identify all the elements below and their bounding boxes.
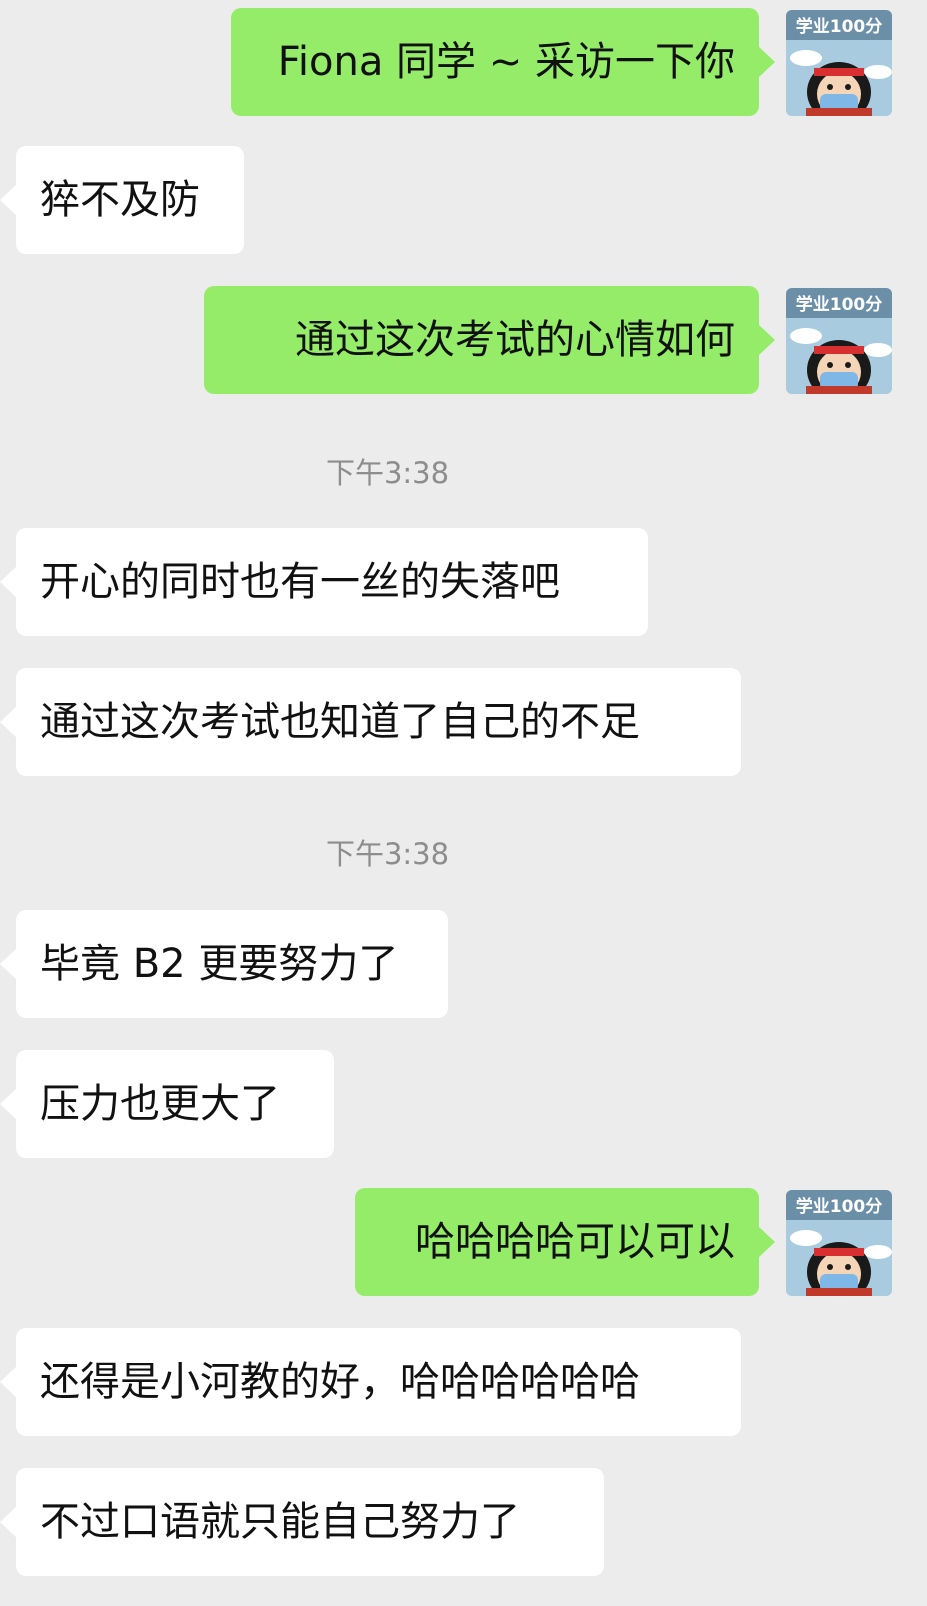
received-message-bubble[interactable]: 毕竟 B2 更要努力了 (0, 910, 448, 1018)
received-message-bubble[interactable]: 猝不及防 (0, 146, 244, 254)
received-message-bubble[interactable]: 不过口语就只能自己努力了 (0, 1468, 604, 1576)
sent-message-bubble[interactable]: Fiona 同学 ~ 采访一下你 (231, 8, 775, 116)
message-timestamp: 下午3:38 (325, 837, 450, 871)
received-message-bubble[interactable]: 压力也更大了 (0, 1050, 334, 1158)
user-avatar[interactable]: 学业100分 (786, 288, 892, 394)
cartoon-student-avatar-icon: 学业100分 (786, 10, 892, 116)
user-avatar[interactable]: 学业100分 (786, 1190, 892, 1296)
cartoon-student-avatar-icon: 学业100分 (786, 1190, 892, 1296)
avatar-banner-text: 学业100分 (796, 16, 883, 37)
received-message-bubble[interactable]: 通过这次考试也知道了自己的不足 (0, 668, 741, 776)
avatar-banner-text: 学业100分 (796, 294, 883, 315)
user-avatar[interactable]: 学业100分 (786, 10, 892, 116)
avatar-banner-text: 学业100分 (796, 1196, 883, 1217)
received-message-bubble[interactable]: 开心的同时也有一丝的失落吧 (0, 528, 648, 636)
sent-message-bubble[interactable]: 哈哈哈哈可以可以 (355, 1188, 775, 1296)
received-message-bubble[interactable]: 还得是小河教的好，哈哈哈哈哈哈 (0, 1328, 741, 1436)
cartoon-student-avatar-icon: 学业100分 (786, 288, 892, 394)
sent-message-bubble[interactable]: 通过这次考试的心情如何 (204, 286, 775, 394)
message-timestamp: 下午3:38 (325, 456, 450, 490)
